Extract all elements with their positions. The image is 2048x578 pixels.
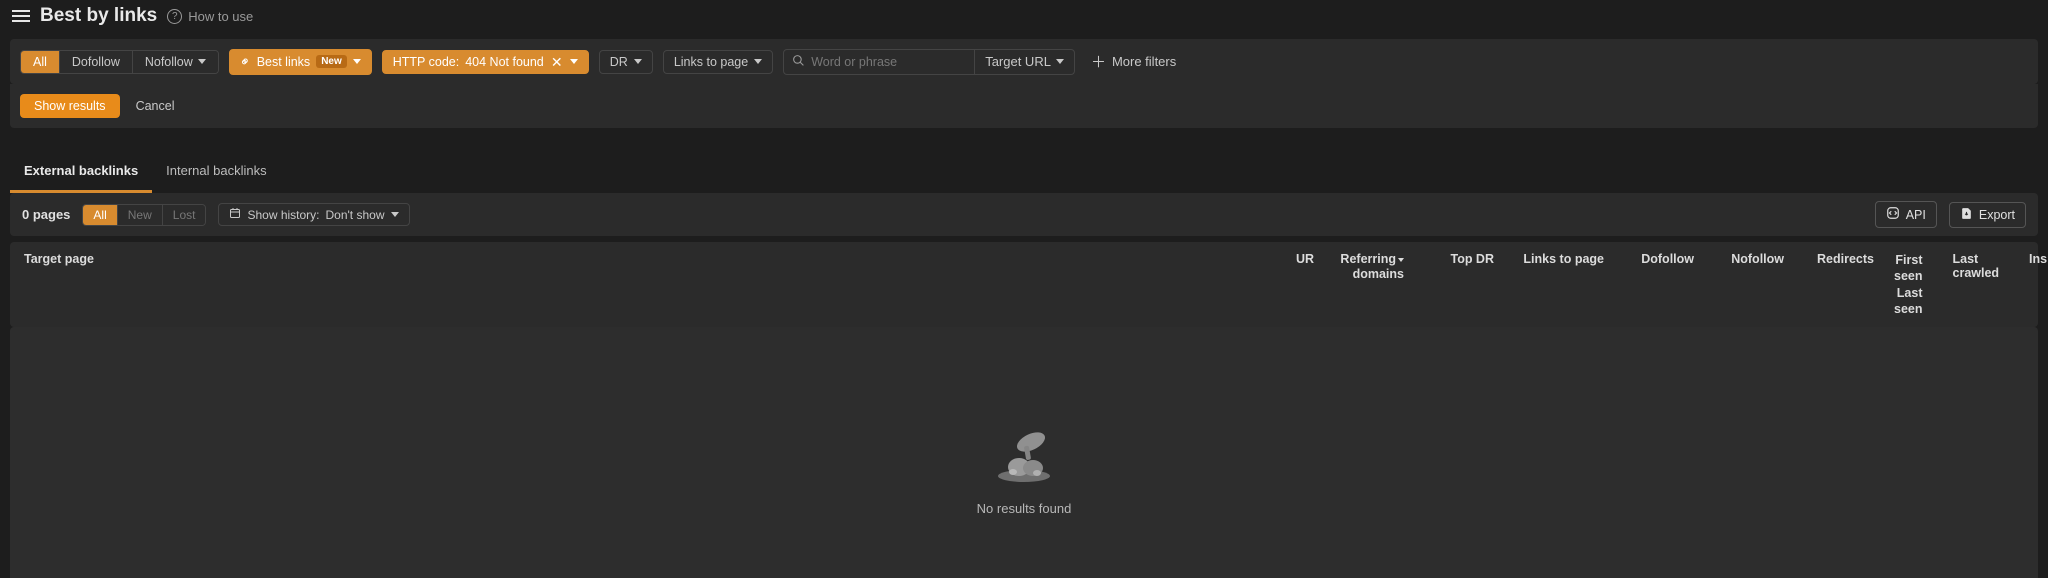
dr-label: DR — [610, 55, 628, 69]
chevron-down-icon — [634, 59, 642, 64]
search-input[interactable] — [811, 50, 966, 74]
httpcode-value: 404 Not found — [465, 55, 544, 69]
more-filters-button[interactable]: ＋ More filters — [1085, 47, 1182, 76]
menu-icon[interactable] — [12, 7, 30, 25]
chevron-down-icon — [1056, 59, 1064, 64]
col-top-dr[interactable]: Top DR — [1424, 252, 1494, 266]
follow-nofollow-label: Nofollow — [145, 55, 193, 69]
chevron-down-icon — [570, 59, 578, 64]
link-icon: ⚭ — [236, 52, 255, 71]
follow-all[interactable]: All — [21, 51, 60, 73]
chevron-down-icon — [198, 59, 206, 64]
export-button[interactable]: Export — [1949, 202, 2026, 228]
cancel-button[interactable]: Cancel — [136, 99, 175, 113]
bestlinks-filter[interactable]: ⚭ Best links New — [229, 49, 372, 75]
help-icon: ? — [167, 9, 182, 24]
links-to-page-filter[interactable]: Links to page — [663, 50, 773, 74]
bestlinks-label: Best links — [257, 55, 311, 69]
how-to-use-label: How to use — [188, 9, 253, 24]
sort-icon — [1398, 258, 1404, 262]
show-results-button[interactable]: Show results — [20, 94, 120, 118]
col-last-crawled[interactable]: Last crawled — [1953, 252, 2000, 280]
how-to-use-link[interactable]: ? How to use — [167, 9, 253, 24]
download-icon — [1960, 207, 1973, 223]
api-button[interactable]: API — [1875, 201, 1937, 228]
col-dofollow[interactable]: Dofollow — [1624, 252, 1694, 266]
status-filter: All New Lost — [82, 204, 206, 226]
chevron-down-icon — [353, 59, 361, 64]
status-lost[interactable]: Lost — [163, 205, 206, 225]
col-links-to-page[interactable]: Links to page — [1514, 252, 1604, 266]
follow-dofollow[interactable]: Dofollow — [60, 51, 133, 73]
page-title: Best by links — [40, 5, 157, 27]
follow-filter: All Dofollow Nofollow — [20, 50, 219, 74]
target-url-label: Target URL — [985, 54, 1051, 69]
api-label: API — [1906, 208, 1926, 222]
tab-external[interactable]: External backlinks — [10, 153, 152, 193]
col-seen[interactable]: First seen Last seen — [1894, 252, 1923, 317]
history-value: Don't show — [326, 208, 385, 222]
httpcode-prefix: HTTP code: — [393, 55, 459, 69]
plus-icon: ＋ — [1091, 51, 1106, 72]
chevron-down-icon — [754, 59, 762, 64]
more-filters-label: More filters — [1112, 54, 1176, 69]
target-url-select[interactable]: Target URL — [974, 50, 1074, 74]
links-to-page-label: Links to page — [674, 55, 748, 69]
col-nofollow[interactable]: Nofollow — [1714, 252, 1784, 266]
dr-filter[interactable]: DR — [599, 50, 653, 74]
history-prefix: Show history: — [247, 208, 319, 222]
tab-internal[interactable]: Internal backlinks — [152, 153, 280, 193]
close-icon[interactable]: ✕ — [550, 55, 564, 69]
chevron-down-icon — [391, 212, 399, 217]
search-combo: Target URL — [783, 49, 1075, 75]
new-badge: New — [316, 55, 347, 68]
status-all[interactable]: All — [83, 205, 117, 225]
export-label: Export — [1979, 208, 2015, 222]
empty-state: No results found — [10, 327, 2038, 578]
show-history-select[interactable]: Show history: Don't show — [218, 203, 409, 226]
col-inspect[interactable]: Inspect — [2029, 252, 2048, 266]
backlink-tabs: External backlinks Internal backlinks — [10, 153, 2038, 193]
httpcode-filter[interactable]: HTTP code: 404 Not found ✕ — [382, 50, 589, 74]
col-redirects[interactable]: Redirects — [1804, 252, 1874, 266]
empty-message: No results found — [977, 501, 1072, 516]
calendar-icon — [229, 207, 241, 222]
search-icon — [792, 54, 805, 70]
col-target-page[interactable]: Target page — [24, 252, 1264, 266]
status-new[interactable]: New — [118, 205, 163, 225]
empty-illustration — [989, 428, 1059, 483]
code-icon — [1886, 206, 1900, 223]
col-referring-domains[interactable]: Referring domains — [1334, 252, 1404, 282]
table-header: Target page UR Referring domains Top DR … — [10, 242, 2038, 327]
col-ur[interactable]: UR — [1284, 252, 1314, 266]
page-count: 0 pages — [22, 207, 70, 222]
follow-nofollow[interactable]: Nofollow — [133, 51, 218, 73]
